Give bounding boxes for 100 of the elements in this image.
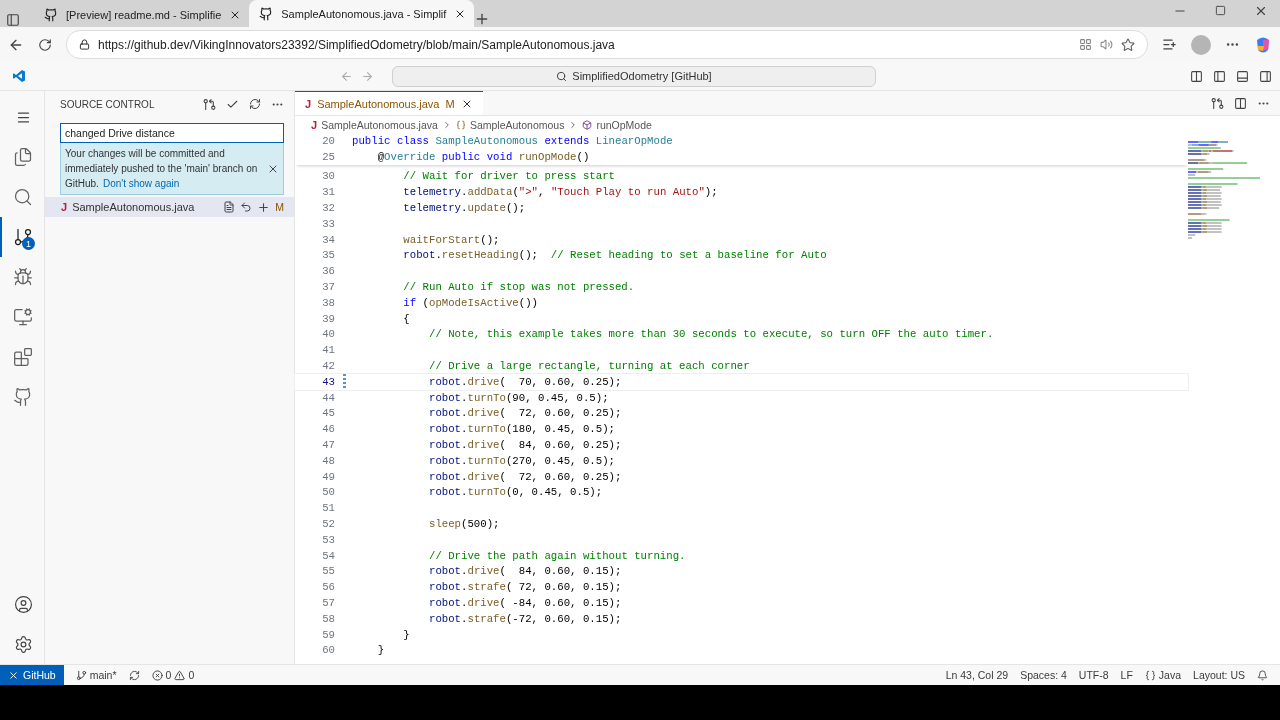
panel-bottom-icon[interactable] [1236, 69, 1249, 83]
line-number: 43 [321, 375, 336, 388]
lock-icon [79, 39, 90, 50]
sync-icon[interactable] [128, 669, 140, 681]
status-item[interactable]: Ln 43, Col 29 [945, 669, 1009, 681]
stage-icon[interactable] [257, 200, 271, 214]
code-line: sleep(500); [428, 518, 500, 530]
browser-tab[interactable]: [Preview] readme.md - Simplifie [34, 3, 250, 27]
line-number: 49 [321, 470, 336, 483]
split-editor-icon[interactable] [1234, 96, 1247, 110]
warning-count[interactable]: 0 [188, 669, 195, 681]
line-number: 40 [321, 328, 336, 341]
vscode-logo-icon[interactable] [12, 69, 26, 83]
line-number: 56 [321, 581, 336, 594]
branch-status[interactable]: main* [89, 669, 117, 681]
line-number: 37 [321, 281, 336, 294]
github-icon [44, 8, 58, 22]
line-number: 33 [321, 217, 336, 230]
line-number: 51 [321, 502, 336, 515]
warning-icon[interactable] [174, 669, 186, 681]
line-number: 54 [321, 549, 336, 562]
copilot-icon[interactable] [1254, 35, 1272, 54]
discard-icon[interactable] [240, 201, 253, 213]
line-number: 44 [321, 391, 336, 404]
layout-icon[interactable] [1190, 69, 1203, 83]
error-icon[interactable] [151, 669, 163, 681]
source-control-icon[interactable] [13, 227, 33, 247]
braces-icon[interactable] [1144, 669, 1156, 681]
code-line: // Run Auto if stop was not pressed. [403, 281, 635, 294]
commit-message-field[interactable]: changed Drive distance [60, 123, 284, 143]
line-number: 42 [321, 360, 336, 373]
status-item[interactable]: Spaces: 4 [1020, 669, 1067, 681]
error-count[interactable]: 0 [165, 669, 172, 681]
line-number: 50 [321, 486, 336, 499]
reload-icon[interactable] [38, 37, 52, 52]
apps-icon[interactable] [1079, 38, 1092, 51]
line-number: 55 [321, 565, 336, 578]
line-number: 59 [321, 628, 336, 641]
search-icon[interactable] [13, 187, 33, 207]
breadcrumb[interactable]: runOpMode [596, 118, 652, 131]
favorites-icon[interactable] [1162, 37, 1177, 52]
read-aloud-icon[interactable] [1100, 38, 1113, 51]
notice-text: Your changes will be committed and immediately pushed to the 'main' branch on GitHub. Don't show again [65, 147, 259, 191]
code-line: robot.turnTo(270, 0.45, 0.5); [428, 454, 615, 467]
settings-icon[interactable] [13, 634, 33, 654]
sidebar-title: SOURCE CONTROL [60, 98, 156, 110]
code-line: // Drive the path again without turning. [428, 549, 686, 562]
code-line: robot.turnTo(0, 0.45, 0.5); [428, 486, 603, 499]
breadcrumb[interactable]: SampleAutonomous [469, 118, 565, 131]
monitor-icon[interactable] [13, 307, 33, 327]
menu-icon[interactable] [15, 109, 31, 125]
line-number: 48 [321, 454, 336, 467]
browser-tab[interactable]: SampleAutonomous.java - Simplif [249, 0, 475, 27]
changed-file-row[interactable]: J SampleAutonomous.java M [45, 197, 294, 217]
code-line: telemetry.update(); [403, 202, 526, 215]
status-item[interactable]: Java [1158, 669, 1182, 681]
code-line: // Drive a large rectangle, turning at each corner [428, 360, 750, 373]
remote-button[interactable]: GitHub [0, 665, 64, 685]
line-number: 60 [321, 644, 336, 657]
bell-icon[interactable] [1257, 669, 1268, 681]
star-icon[interactable] [1121, 37, 1135, 52]
line-number: 38 [321, 296, 336, 309]
code-line: { [403, 312, 410, 325]
status-item[interactable]: LF [1120, 669, 1133, 681]
code-line: robot.drive( 70, 0.60, 0.25); [428, 375, 622, 388]
bug-icon[interactable] [13, 267, 33, 287]
line-number: 20 [321, 134, 336, 147]
extensions-icon[interactable] [13, 347, 33, 367]
files-icon[interactable] [13, 147, 33, 167]
open-file-icon[interactable] [223, 201, 236, 213]
command-center[interactable]: SimplifiedOdometry [GitHub] [392, 65, 876, 87]
code-line: telemetry.addData(">", "Touch Play to run Auto"); [403, 186, 718, 199]
address-bar[interactable]: https://github.dev/VikingInnovators23392/SimplifiedOdometry/blob/main/SampleAutonomous.java [66, 30, 1148, 59]
java-file-icon: J [305, 97, 312, 110]
editor-tab[interactable]: J SampleAutonomous.java M [295, 91, 483, 115]
panel-right-icon[interactable] [1259, 69, 1272, 83]
status-item[interactable]: Layout: US [1193, 669, 1245, 681]
line-number: 25 [321, 150, 336, 163]
github-icon[interactable] [13, 387, 33, 407]
code-line: public class SampleAutonomous extends LinearOpMode [352, 134, 673, 147]
line-number: 57 [321, 597, 336, 609]
code-line: robot.turnTo(180, 0.45, 0.5); [428, 423, 615, 436]
breadcrumb[interactable]: SampleAutonomous.java [321, 118, 438, 131]
code-line: robot.strafe( 72, 0.60, 0.15); [428, 581, 622, 594]
line-number: 34 [321, 233, 336, 246]
maximize-icon[interactable] [1215, 3, 1226, 18]
sidebar-icon[interactable] [6, 13, 20, 27]
line-number: 46 [321, 423, 336, 436]
class-icon [455, 119, 466, 130]
compare-icon[interactable] [1211, 96, 1224, 110]
commit-icon[interactable] [203, 97, 216, 111]
branch-icon[interactable] [75, 669, 87, 681]
code-line: robot.drive( 84, 0.60, 0.25); [428, 439, 622, 452]
line-number: 47 [321, 439, 336, 452]
account-icon[interactable] [13, 594, 33, 614]
panel-left-icon[interactable] [1213, 69, 1226, 83]
java-file-icon: J [311, 118, 318, 131]
refresh-icon[interactable] [249, 98, 261, 110]
status-item[interactable]: UTF-8 [1078, 669, 1109, 681]
dont-show-again-link[interactable]: Don't show again [102, 178, 180, 189]
